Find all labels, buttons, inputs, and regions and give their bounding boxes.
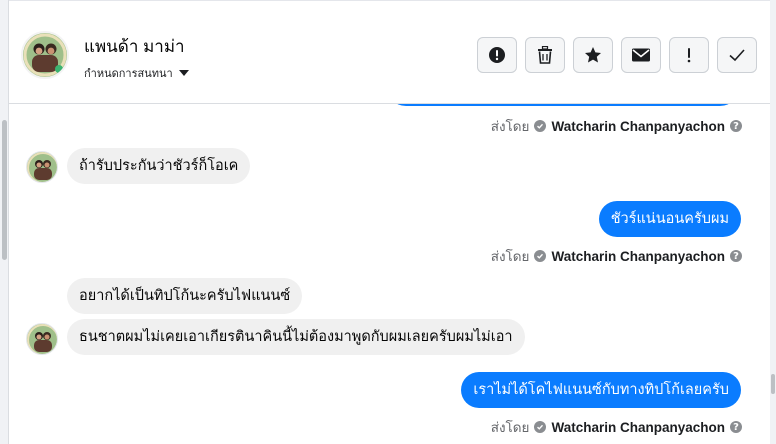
star-icon xyxy=(584,46,602,64)
header-actions xyxy=(477,37,757,73)
alert-circle-icon xyxy=(488,46,506,64)
conversation-header: แพนด้า มาม่า กำหนดการสนทนา xyxy=(9,1,770,104)
conversation-panel: ส่งโดย Watcharin Chanpanyachon ? ถ้ารับป… xyxy=(9,0,770,444)
sent-by-label: ส่งโดย xyxy=(490,119,530,134)
left-panel-edge xyxy=(0,0,9,444)
report-button[interactable] xyxy=(477,37,517,73)
envelope-icon xyxy=(631,47,651,63)
contact-name[interactable]: แพนด้า มาม่า xyxy=(84,33,185,60)
verified-icon xyxy=(534,120,547,132)
conversation-settings-label: กำหนดการสนทนา xyxy=(84,68,173,80)
left-scrollbar[interactable] xyxy=(2,120,7,260)
verified-icon xyxy=(534,250,547,262)
exclamation-icon xyxy=(686,46,692,64)
help-icon[interactable]: ? xyxy=(730,421,742,433)
incoming-message: อยากได้เป็นทิปโก้นะครับไฟแนนซ์ xyxy=(67,278,303,314)
contact-avatar[interactable] xyxy=(26,151,58,183)
mark-done-button[interactable] xyxy=(717,37,757,73)
right-panel-edge xyxy=(770,0,776,444)
outgoing-message: ชัวร์แน่นอนครับผม xyxy=(598,201,741,237)
sent-by-line: ส่งโดย Watcharin Chanpanyachon ? xyxy=(491,416,742,438)
contact-avatar[interactable] xyxy=(26,323,58,355)
sender-name[interactable]: Watcharin Chanpanyachon xyxy=(551,420,725,435)
sender-name[interactable]: Watcharin Chanpanyachon xyxy=(551,119,725,134)
star-button[interactable] xyxy=(573,37,613,73)
mark-unread-button[interactable] xyxy=(621,37,661,73)
outgoing-message: เราไม่ได้โคไฟแนนซ์กับทางทิปโก้เลยครับ xyxy=(461,372,741,408)
spam-button[interactable] xyxy=(669,37,709,73)
conversation-settings-dropdown[interactable]: กำหนดการสนทนา xyxy=(84,64,189,82)
sender-name[interactable]: Watcharin Chanpanyachon xyxy=(551,249,725,264)
trash-icon xyxy=(537,46,553,64)
incoming-message: ธนชาตผมไม่เคยเอาเกียรตินาคินนี้ไม่ต้องมา… xyxy=(67,319,525,355)
help-icon[interactable]: ? xyxy=(730,250,742,262)
sent-by-label: ส่งโดย xyxy=(490,249,530,264)
verified-icon xyxy=(534,421,547,433)
contact-avatar-large[interactable] xyxy=(21,31,69,79)
sent-by-line: ส่งโดย Watcharin Chanpanyachon ? xyxy=(491,245,742,267)
sent-by-line: ส่งโดย Watcharin Chanpanyachon ? xyxy=(491,115,742,137)
right-scrollbar[interactable] xyxy=(771,374,775,394)
delete-button[interactable] xyxy=(525,37,565,73)
checkmark-icon xyxy=(728,48,746,62)
sent-by-label: ส่งโดย xyxy=(490,420,530,435)
help-icon[interactable]: ? xyxy=(730,120,742,132)
incoming-message: ถ้ารับประกันว่าชัวร์ก็โอเค xyxy=(67,148,251,184)
caret-down-icon xyxy=(178,70,189,76)
